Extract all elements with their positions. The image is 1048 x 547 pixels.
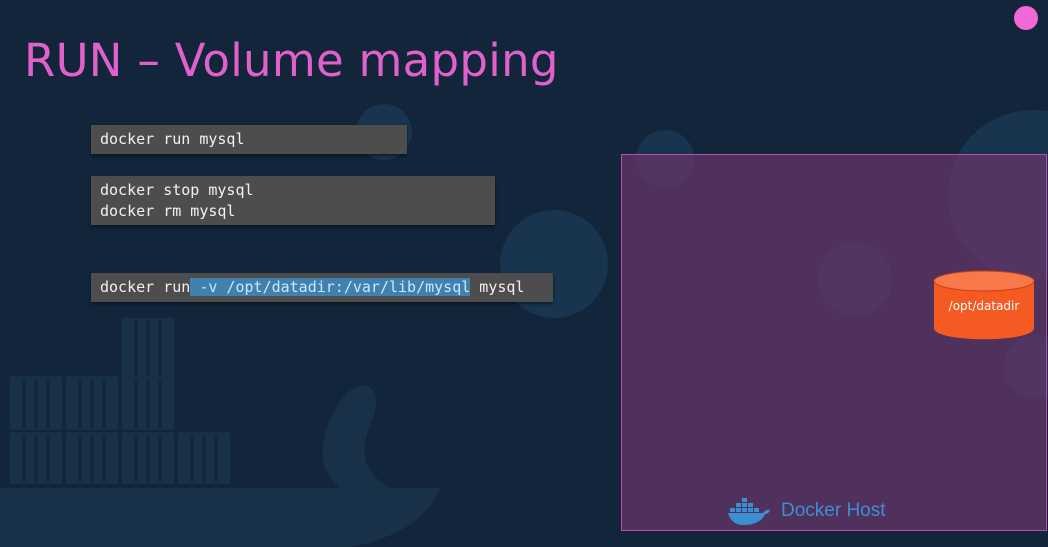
command-line: docker run -v /opt/datadir:/var/lib/mysq… [100, 277, 544, 298]
command-line: docker run mysql [100, 130, 245, 148]
docker-whale-icon [728, 498, 770, 525]
command-line: docker stop mysql [100, 181, 254, 199]
docker-host-box: /opt/datadir Docker Host [621, 154, 1047, 531]
corner-dot [1014, 6, 1038, 30]
command-prefix: docker run [100, 278, 191, 296]
docker-host-label: Docker Host [781, 500, 886, 521]
volume-flag-highlight: -v /opt/datadir:/var/lib/mysql [190, 278, 471, 296]
command-box-run: docker run mysql [91, 125, 407, 154]
command-box-run-volume: docker run -v /opt/datadir:/var/lib/mysq… [91, 273, 553, 302]
command-suffix: mysql [470, 278, 525, 296]
volume-label: /opt/datadir [948, 299, 1020, 313]
docker-host-footer: Docker Host [727, 495, 886, 527]
page-title: RUN – Volume mapping [24, 34, 559, 87]
command-line: docker rm mysql [100, 202, 236, 220]
volume-cylinder: /opt/datadir [933, 270, 1035, 340]
command-box-stop-rm: docker stop mysql docker rm mysql [91, 176, 495, 225]
container-ship-watermark [0, 318, 440, 547]
